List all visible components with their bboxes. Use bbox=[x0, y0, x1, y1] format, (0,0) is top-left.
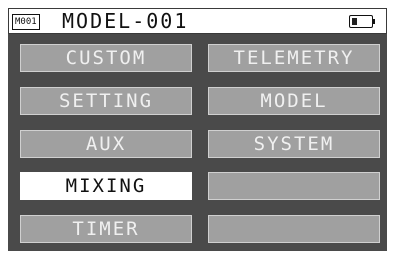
battery-tip-icon bbox=[372, 19, 375, 24]
menu-screen: M001 MODEL-001 CUSTOM TELEMETRY SETTING … bbox=[8, 8, 387, 251]
mixing-button[interactable]: MIXING bbox=[20, 172, 192, 200]
model-number-tag: M001 bbox=[12, 14, 40, 30]
empty-menu-slot[interactable] bbox=[208, 215, 380, 243]
empty-menu-slot[interactable] bbox=[208, 172, 380, 200]
custom-button[interactable]: CUSTOM bbox=[20, 44, 192, 72]
timer-button[interactable]: TIMER bbox=[20, 215, 192, 243]
telemetry-button[interactable]: TELEMETRY bbox=[208, 44, 380, 72]
model-button[interactable]: MODEL bbox=[208, 87, 380, 115]
system-button[interactable]: SYSTEM bbox=[208, 130, 380, 158]
title-bar: M001 MODEL-001 bbox=[8, 8, 387, 34]
transmitter-display: M001 MODEL-001 CUSTOM TELEMETRY SETTING … bbox=[0, 0, 394, 259]
model-name: MODEL-001 bbox=[62, 9, 189, 33]
battery-level-fill bbox=[352, 18, 357, 25]
aux-button[interactable]: AUX bbox=[20, 130, 192, 158]
setting-button[interactable]: SETTING bbox=[20, 87, 192, 115]
battery-icon bbox=[349, 15, 373, 28]
